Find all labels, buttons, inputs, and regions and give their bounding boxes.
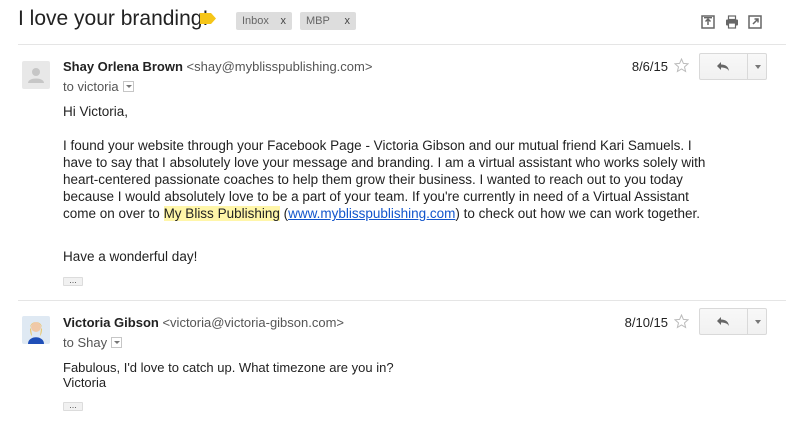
sender-email: <shay@myblisspublishing.com> xyxy=(186,59,373,74)
show-details-button[interactable] xyxy=(111,337,123,349)
body-line: Fabulous, I'd love to catch up. What tim… xyxy=(63,360,394,375)
remove-label-mbp-button[interactable]: x xyxy=(345,12,351,30)
label-inbox-text: Inbox xyxy=(242,15,269,27)
body-text-end: ) to check out how we can work together. xyxy=(455,206,701,221)
message-2-recipients: to Shay xyxy=(63,335,123,351)
default-avatar-icon xyxy=(22,61,50,89)
avatar-shay[interactable] xyxy=(22,61,50,89)
print-icon[interactable] xyxy=(725,15,739,29)
reply-icon xyxy=(717,317,729,326)
message-2-sender[interactable]: Victoria Gibson <victoria@victoria-gibso… xyxy=(63,315,344,331)
signature: Victoria xyxy=(63,375,107,390)
email-subject: I love your branding! xyxy=(18,7,209,30)
show-trimmed-content-button[interactable]: ... xyxy=(63,401,83,411)
message-1-date: 8/6/15 xyxy=(631,59,668,74)
more-options-button[interactable] xyxy=(747,309,768,334)
important-marker-icon[interactable] xyxy=(200,13,216,24)
message-2-reply-group xyxy=(699,308,767,335)
reply-button[interactable] xyxy=(700,309,747,334)
label-chip-inbox: Inbox x xyxy=(236,12,292,30)
website-link[interactable]: www.myblisspublishing.com xyxy=(288,206,455,221)
highlighted-company-name: My Bliss Publishing xyxy=(163,206,280,221)
sender-name[interactable]: Victoria Gibson xyxy=(63,315,159,330)
message-1-closing: Have a wonderful day! xyxy=(63,249,198,264)
to-text: to victoria xyxy=(63,79,119,94)
sender-name[interactable]: Shay Orlena Brown xyxy=(63,59,183,74)
message-1-reply-group xyxy=(699,53,767,80)
more-options-button[interactable] xyxy=(747,54,768,79)
sender-email: <victoria@victoria-gibson.com> xyxy=(162,315,345,330)
reply-icon xyxy=(717,62,729,71)
message-divider xyxy=(18,300,786,301)
profile-photo xyxy=(22,316,50,344)
show-details-button[interactable] xyxy=(122,81,134,93)
message-2-body: Fabulous, I'd love to catch up. What tim… xyxy=(63,360,394,390)
label-mbp-text: MBP xyxy=(306,15,330,27)
header-divider xyxy=(18,44,786,45)
show-trimmed-content-button[interactable]: ... xyxy=(63,276,83,286)
star-icon[interactable] xyxy=(674,58,689,73)
message-1-body: I found your website through your Facebo… xyxy=(63,137,723,222)
to-text: to Shay xyxy=(63,335,108,350)
avatar-victoria[interactable] xyxy=(22,316,50,344)
expand-all-icon[interactable] xyxy=(701,15,715,29)
message-2-date: 8/10/15 xyxy=(624,315,668,330)
new-window-icon[interactable] xyxy=(748,15,762,29)
message-1-sender[interactable]: Shay Orlena Brown <shay@myblisspublishin… xyxy=(63,59,372,75)
message-1-greeting: Hi Victoria, xyxy=(63,104,129,119)
label-chip-mbp: MBP x xyxy=(300,12,356,30)
remove-label-inbox-button[interactable]: x xyxy=(281,12,287,30)
reply-button[interactable] xyxy=(700,54,747,79)
message-1-recipients: to victoria xyxy=(63,79,134,95)
star-icon[interactable] xyxy=(674,314,689,329)
open-paren: ( xyxy=(279,206,289,221)
